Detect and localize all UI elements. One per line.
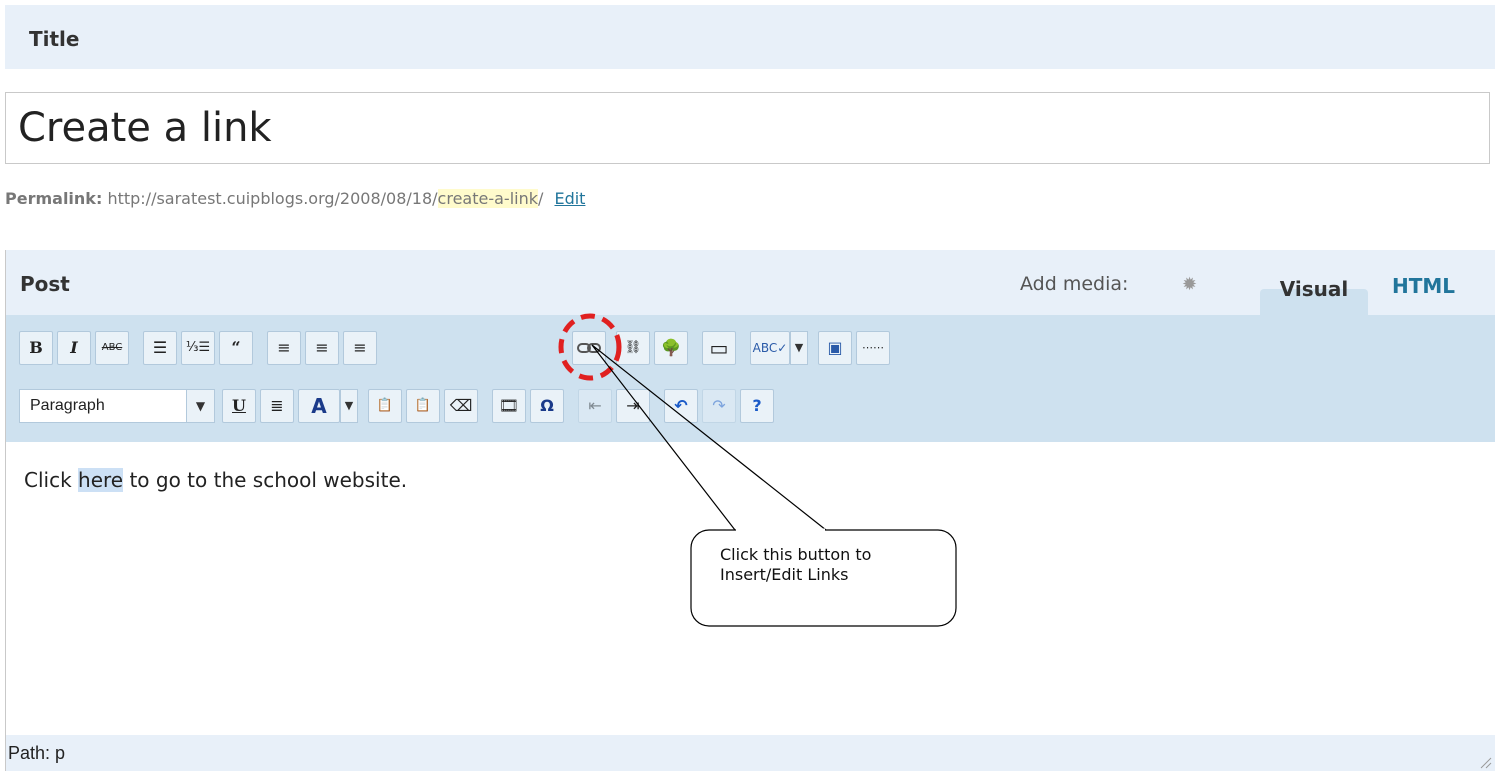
tab-visual-label: Visual xyxy=(1279,277,1349,301)
bold-icon[interactable]: B xyxy=(19,331,53,365)
content-text-before: Click xyxy=(24,468,79,492)
help-icon[interactable]: ? xyxy=(740,389,774,423)
permalink-base: http://saratest.cuipblogs.org/2008/08/18… xyxy=(107,189,438,208)
redo-icon[interactable]: ↷ xyxy=(702,389,736,423)
permalink: Permalink: http://saratest.cuipblogs.org… xyxy=(5,189,585,208)
paste-text-icon[interactable]: 📋 xyxy=(368,389,402,423)
spellcheck-dropdown-icon[interactable]: ▼ xyxy=(790,331,808,365)
format-select[interactable]: Paragraph ▼ xyxy=(19,389,215,423)
numbered-list-icon[interactable]: ⅓☰ xyxy=(181,331,215,365)
chevron-down-icon: ▼ xyxy=(186,390,214,422)
align-center-icon[interactable]: ≡ xyxy=(305,331,339,365)
permalink-trail: / xyxy=(537,189,544,208)
bullet-list-icon[interactable]: ☰ xyxy=(143,331,177,365)
indent-icon[interactable]: ⇥ xyxy=(616,389,650,423)
text-color-dropdown-icon[interactable]: ▼ xyxy=(340,389,358,423)
permalink-label: Permalink: xyxy=(5,189,103,208)
editor-content-area[interactable]: Click here to go to the school website. xyxy=(6,442,1495,735)
strikethrough-icon[interactable]: ABC xyxy=(95,331,129,365)
insert-link-icon[interactable] xyxy=(572,331,606,365)
italic-icon[interactable]: I xyxy=(57,331,91,365)
post-label: Post xyxy=(20,272,70,296)
fullscreen-icon[interactable]: ▣ xyxy=(818,331,852,365)
title-section-header: Title xyxy=(5,5,1495,69)
undo-icon[interactable]: ↶ xyxy=(664,389,698,423)
editor-toolbar: B I ABC ☰ ⅓☰ “ ≡ ≡ ≡ ⛓ 🌳 ▭ ABC✓ ▼ ▣ ⋯⋯ P… xyxy=(6,315,1495,442)
editor-statusbar: Path: p xyxy=(6,735,1495,771)
unlink-icon[interactable]: ⛓ xyxy=(616,331,650,365)
callout-text: Click this button to Insert/Edit Links xyxy=(720,545,871,585)
permalink-slug: create-a-link xyxy=(437,189,538,208)
insert-image-icon[interactable]: 🌳 xyxy=(654,331,688,365)
underline-icon[interactable]: U xyxy=(222,389,256,423)
format-select-value: Paragraph xyxy=(30,397,105,414)
content-paragraph: Click here to go to the school website. xyxy=(24,468,407,492)
align-left-icon[interactable]: ≡ xyxy=(267,331,301,365)
special-character-icon[interactable]: Ω xyxy=(530,389,564,423)
text-color-icon[interactable]: A xyxy=(298,389,340,423)
resize-handle-icon[interactable] xyxy=(1478,755,1492,769)
callout-line-1: Click this button to xyxy=(720,545,872,564)
eraser-icon[interactable]: ⌫ xyxy=(444,389,478,423)
justify-icon[interactable]: ≣ xyxy=(260,389,294,423)
insert-more-icon[interactable]: ▭ xyxy=(702,331,736,365)
paste-word-icon[interactable]: 📋 xyxy=(406,389,440,423)
callout-line-2: Insert/Edit Links xyxy=(720,565,849,584)
selected-text: here xyxy=(78,468,124,492)
add-media-icon[interactable]: ✹ xyxy=(1182,276,1200,294)
post-editor: Post Add media: ✹ Visual HTML B I ABC ☰ … xyxy=(5,250,1495,771)
post-title-input[interactable]: Create a link xyxy=(5,92,1490,164)
blockquote-icon[interactable]: “ xyxy=(219,331,253,365)
insert-media-icon[interactable]: 🎞 xyxy=(492,389,526,423)
spellcheck-icon[interactable]: ABC✓ xyxy=(750,331,790,365)
tab-html[interactable]: HTML xyxy=(1392,274,1455,299)
kitchen-sink-icon[interactable]: ⋯⋯ xyxy=(856,331,890,365)
permalink-edit-link[interactable]: Edit xyxy=(554,189,585,208)
content-text-after: to go to the school website. xyxy=(123,468,408,492)
align-right-icon[interactable]: ≡ xyxy=(343,331,377,365)
outdent-icon[interactable]: ⇤ xyxy=(578,389,612,423)
title-label: Title xyxy=(29,27,80,51)
tab-visual[interactable]: Visual xyxy=(1260,277,1368,315)
editor-header: Post Add media: ✹ Visual HTML xyxy=(6,250,1495,315)
add-media-label: Add media: xyxy=(1020,273,1129,295)
element-path: Path: p xyxy=(8,743,66,763)
